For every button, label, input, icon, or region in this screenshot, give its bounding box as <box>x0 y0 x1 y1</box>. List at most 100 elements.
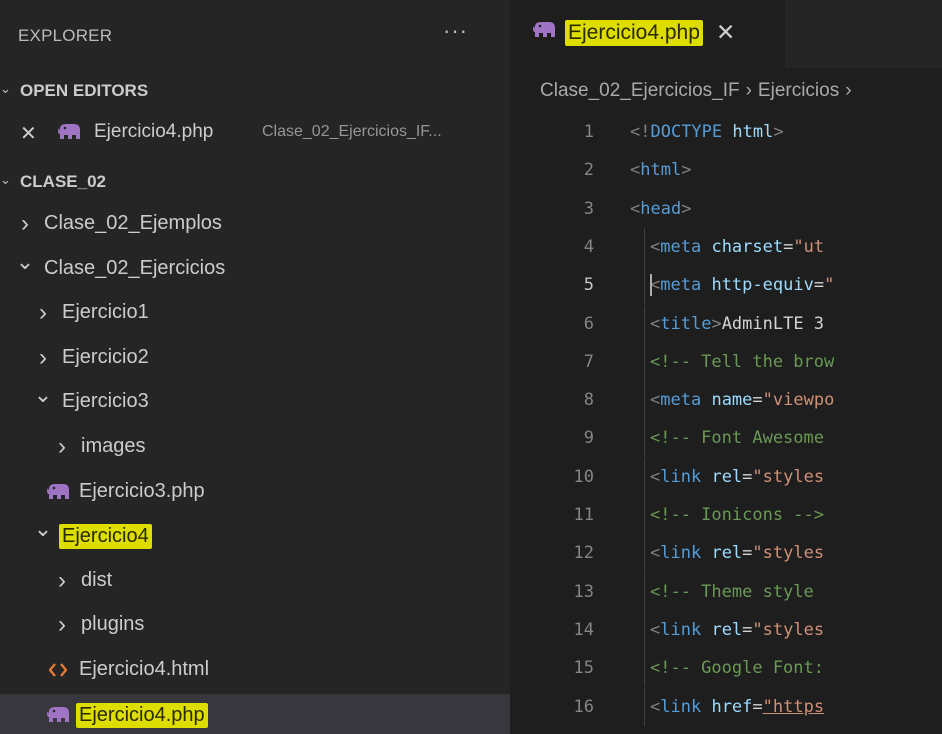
code-text: <!-- Tell the brow <box>650 352 834 372</box>
indent-guide <box>644 227 645 266</box>
breadcrumb-item[interactable]: Clase_02_Ejercicios_IF <box>540 80 740 101</box>
code-token: < <box>650 619 661 640</box>
tab-bar: Ejercicio4.php ✕ <box>510 0 942 68</box>
breadcrumb: Clase_02_Ejercicios_IF › Ejercicios › <box>540 80 858 102</box>
tree-folder[interactable]: ⌄ Ejercicio4 <box>0 515 510 559</box>
code-token: < <box>650 466 661 487</box>
line-number: 8 <box>583 390 594 411</box>
tree-item-label: Clase_02_Ejemplos <box>44 212 222 234</box>
tree-folder[interactable]: › Clase_02_Ejemplos <box>0 203 510 247</box>
close-icon[interactable]: ✕ <box>716 19 735 46</box>
workspace-section[interactable]: ⌄ CLASE_02 <box>0 165 510 199</box>
tree-folder[interactable]: ⌄ Ejercicio3 <box>0 381 510 425</box>
code-token: link <box>660 543 702 564</box>
code-line: 16 <link href="https <box>510 687 942 726</box>
code-line: 6 <title>AdminLTE 3 <box>510 304 942 343</box>
close-icon[interactable]: ✕ <box>20 121 37 146</box>
code-token: > <box>773 122 784 142</box>
chevron-right-icon: › <box>58 433 66 460</box>
chevron-right-icon: › <box>58 566 66 594</box>
code-token: < <box>650 236 661 257</box>
code-token: http-equiv <box>711 275 814 296</box>
code-line: 11 <!-- Ionicons --> <box>510 496 942 534</box>
explorer-header: EXPLORER ··· <box>0 0 510 74</box>
tree-item-label: Ejercicio2 <box>62 345 149 368</box>
line-number: 5 <box>583 275 594 296</box>
code-token: = <box>752 390 763 411</box>
line-number: 14 <box>573 619 594 640</box>
tree-file[interactable]: Ejercicio4.html <box>0 649 510 693</box>
line-number: 4 <box>583 236 594 257</box>
code-token: "ut <box>793 236 825 257</box>
php-elephant-icon <box>45 481 71 503</box>
open-editors-section[interactable]: ⌄ OPEN EDITORS <box>0 74 510 108</box>
line-number: 16 <box>573 696 594 717</box>
indent-guide <box>644 496 645 534</box>
code-token: = <box>742 543 753 564</box>
code-token: < <box>650 390 661 411</box>
tree-file[interactable]: Ejercicio4.php <box>0 693 510 734</box>
indent-guide <box>644 534 645 573</box>
indent-guide <box>644 304 645 343</box>
code-line: 10 <link rel="styles <box>510 457 942 496</box>
code-token: " <box>824 275 835 296</box>
tree-folder[interactable]: › images <box>0 426 510 470</box>
code-line: 4 <meta charset="ut <box>510 227 942 266</box>
code-text: <html> <box>630 160 691 180</box>
tree-folder[interactable]: › Ejercicio2 <box>0 337 510 381</box>
code-token: href <box>711 696 753 717</box>
tree-item-label: images <box>81 435 146 457</box>
code-token: > <box>711 313 722 334</box>
tree-folder[interactable]: ⌄ Clase_02_Ejercicios <box>0 248 510 292</box>
code-text: <!-- Theme style <box>650 582 814 602</box>
tree-file[interactable]: Ejercicio3.php <box>0 471 510 515</box>
tree-folder[interactable]: › plugins <box>0 604 510 648</box>
code-text: <meta http-equiv=" <box>650 275 834 295</box>
line-number: 7 <box>583 351 594 372</box>
code-token: < <box>650 696 661 717</box>
code-token: link <box>660 696 702 717</box>
breadcrumb-item[interactable]: Ejercicios <box>758 80 839 101</box>
indent-guide <box>644 266 645 305</box>
code-token: charset <box>711 236 784 257</box>
chevron-down-icon: ⌄ <box>0 172 11 187</box>
indent-guide <box>644 457 645 496</box>
open-editor-item[interactable]: ✕ Ejercicio4.php Clase_02_Ejercicios_IF.… <box>0 111 510 153</box>
code-text: <!-- Ionicons --> <box>650 505 824 525</box>
code-token: = <box>813 275 825 296</box>
indent-guide <box>644 649 645 688</box>
tree-folder[interactable]: › Ejercicio1 <box>0 292 510 336</box>
code-token: <! <box>630 122 651 142</box>
code-token: link <box>660 619 702 640</box>
tree-item-label: Clase_02_Ejercicios <box>44 256 226 279</box>
tree-folder[interactable]: › dist <box>0 560 510 604</box>
tab-ejercicio4-php[interactable]: Ejercicio4.php ✕ <box>510 0 785 68</box>
code-text: <link rel="styles <box>650 620 824 640</box>
tree-item-label: Ejercicio3.php <box>79 479 205 502</box>
html-code-icon <box>45 659 71 681</box>
code-token: "https <box>762 696 825 717</box>
indent-guide <box>644 342 645 381</box>
ellipsis-icon[interactable]: ··· <box>443 18 468 44</box>
code-token: rel <box>711 543 743 564</box>
code-text: <meta charset="ut <box>650 237 824 257</box>
code-token: <!-- Theme style <box>650 581 814 602</box>
code-token: = <box>742 619 753 640</box>
chevron-right-icon: › <box>745 80 752 101</box>
tree-item-label: Ejercicio4.php <box>76 702 208 728</box>
code-text: <!DOCTYPE html> <box>630 122 784 142</box>
code-token: = <box>752 696 763 717</box>
code-token: < <box>630 198 641 219</box>
code-text: <meta name="viewpo <box>650 390 834 410</box>
line-number: 15 <box>573 658 594 679</box>
code-text: <head> <box>630 199 691 219</box>
code-line: 17</head> <box>510 726 942 734</box>
code-token: < <box>650 313 661 334</box>
chevron-down-icon: ⌄ <box>0 81 11 96</box>
chevron-right-icon: › <box>845 80 852 101</box>
indent-guide <box>644 419 645 458</box>
